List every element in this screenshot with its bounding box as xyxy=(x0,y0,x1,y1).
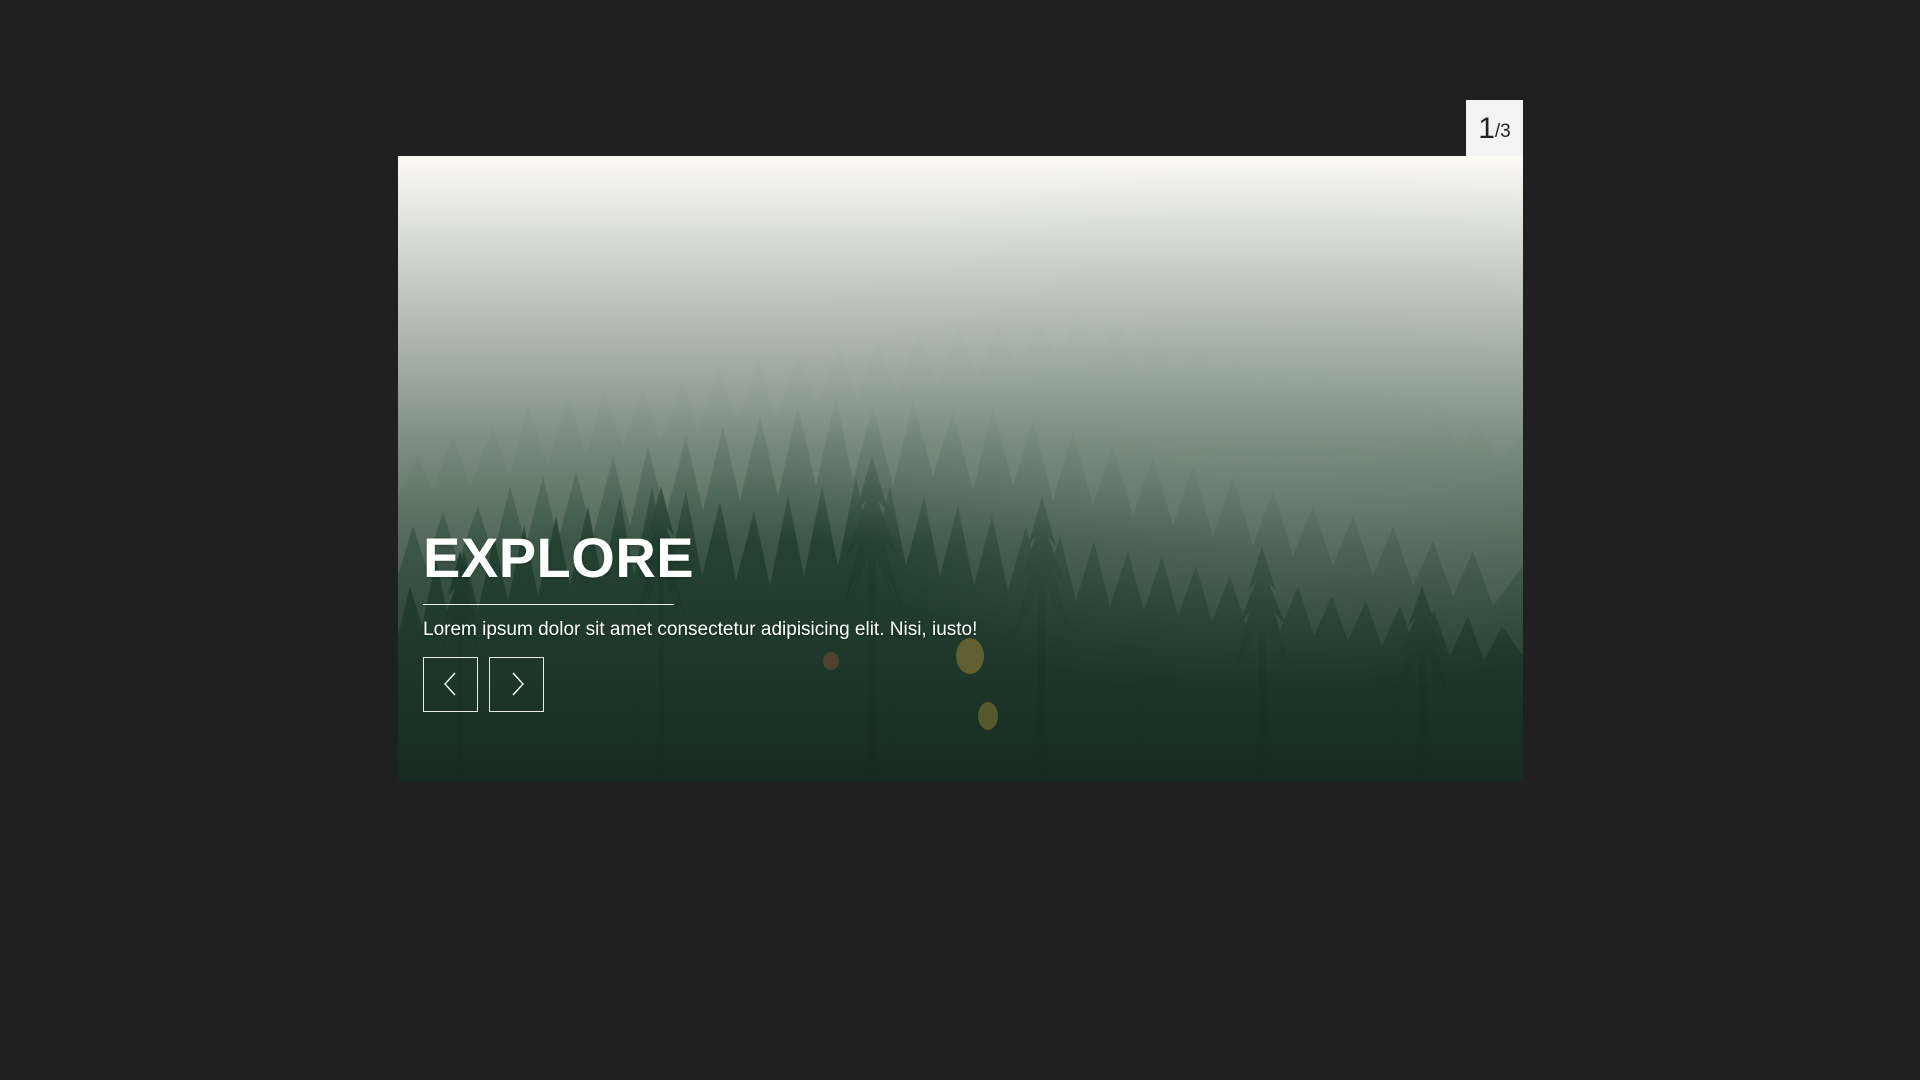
slide-caption: EXPLORE Lorem ipsum dolor sit amet conse… xyxy=(423,530,977,712)
slide-navigation xyxy=(423,656,977,712)
slide-counter-total: /3 xyxy=(1494,121,1511,142)
slide-title: EXPLORE xyxy=(423,526,695,589)
prev-slide-button[interactable] xyxy=(423,656,478,712)
slider-stage: 1 /3 EXPLORE Lorem ipsum dolor sit amet … xyxy=(0,0,1920,1080)
title-divider xyxy=(423,604,674,605)
slide: EXPLORE Lorem ipsum dolor sit amet conse… xyxy=(398,156,1523,781)
slide-counter: 1 /3 xyxy=(1466,100,1523,157)
chevron-right-icon xyxy=(511,672,524,696)
slide-counter-current: 1 xyxy=(1478,111,1495,145)
slide-description: Lorem ipsum dolor sit amet consectetur a… xyxy=(423,619,978,640)
next-slide-button[interactable] xyxy=(489,656,544,712)
chevron-left-icon xyxy=(443,672,456,696)
